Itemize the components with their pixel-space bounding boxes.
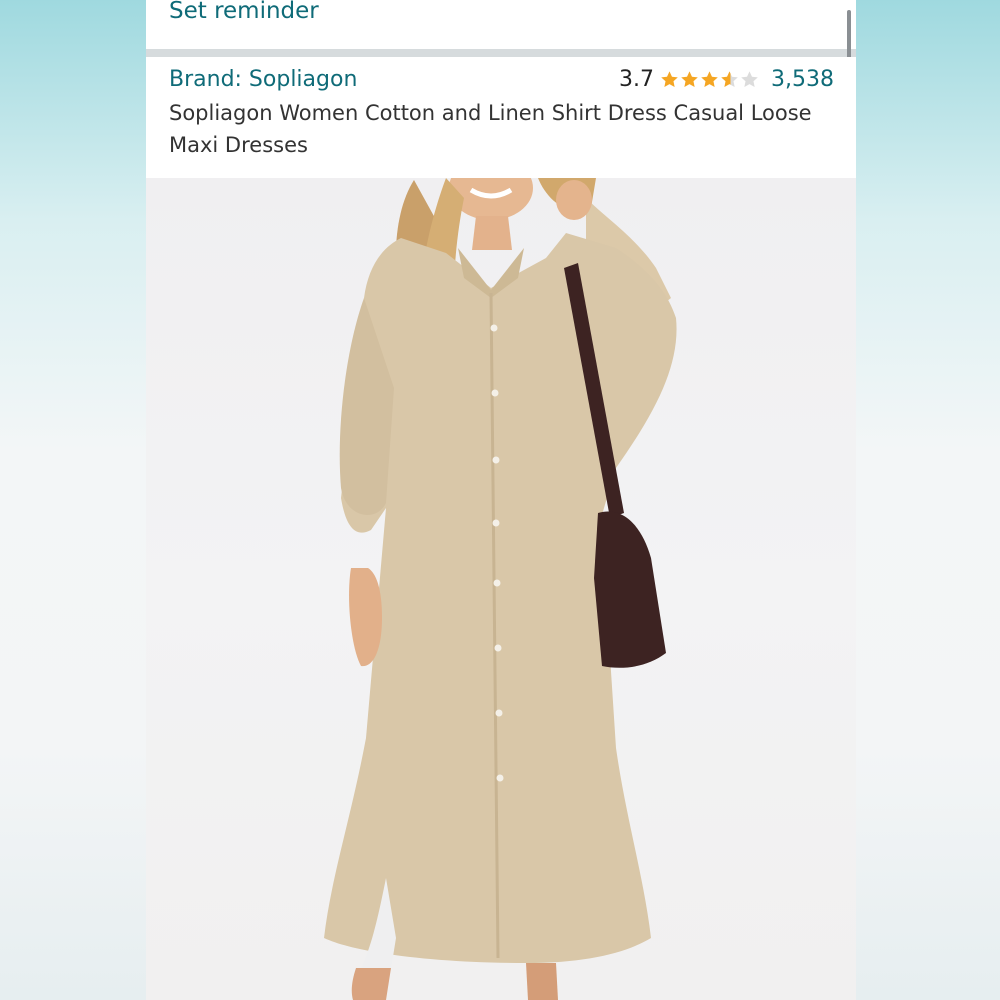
brand-link[interactable]: Brand: Sopliagon — [169, 67, 357, 92]
set-reminder-link[interactable]: Set reminder — [169, 0, 319, 24]
rating-value: 3.7 — [619, 67, 655, 92]
star-rating — [660, 70, 759, 89]
review-count-link[interactable]: 3,538 — [771, 67, 834, 92]
star-empty-icon — [741, 71, 758, 88]
rating-summary[interactable]: 3.7 3,538 — [619, 67, 834, 92]
product-title: Sopliagon Women Cotton and Linen Shirt D… — [169, 101, 812, 157]
phone-screen: Set reminder Brand: Sopliagon 3.7 3,538 … — [146, 0, 856, 1000]
section-divider — [146, 49, 856, 57]
star-icon — [681, 71, 698, 88]
product-info-card: Brand: Sopliagon 3.7 3,538 Sopliagon Wom… — [146, 57, 856, 178]
star-half-icon — [721, 71, 738, 88]
star-icon — [661, 71, 678, 88]
star-icon — [701, 71, 718, 88]
reminder-card: Set reminder — [146, 0, 856, 49]
dress-illustration — [324, 178, 677, 1000]
product-image[interactable] — [146, 178, 856, 1000]
